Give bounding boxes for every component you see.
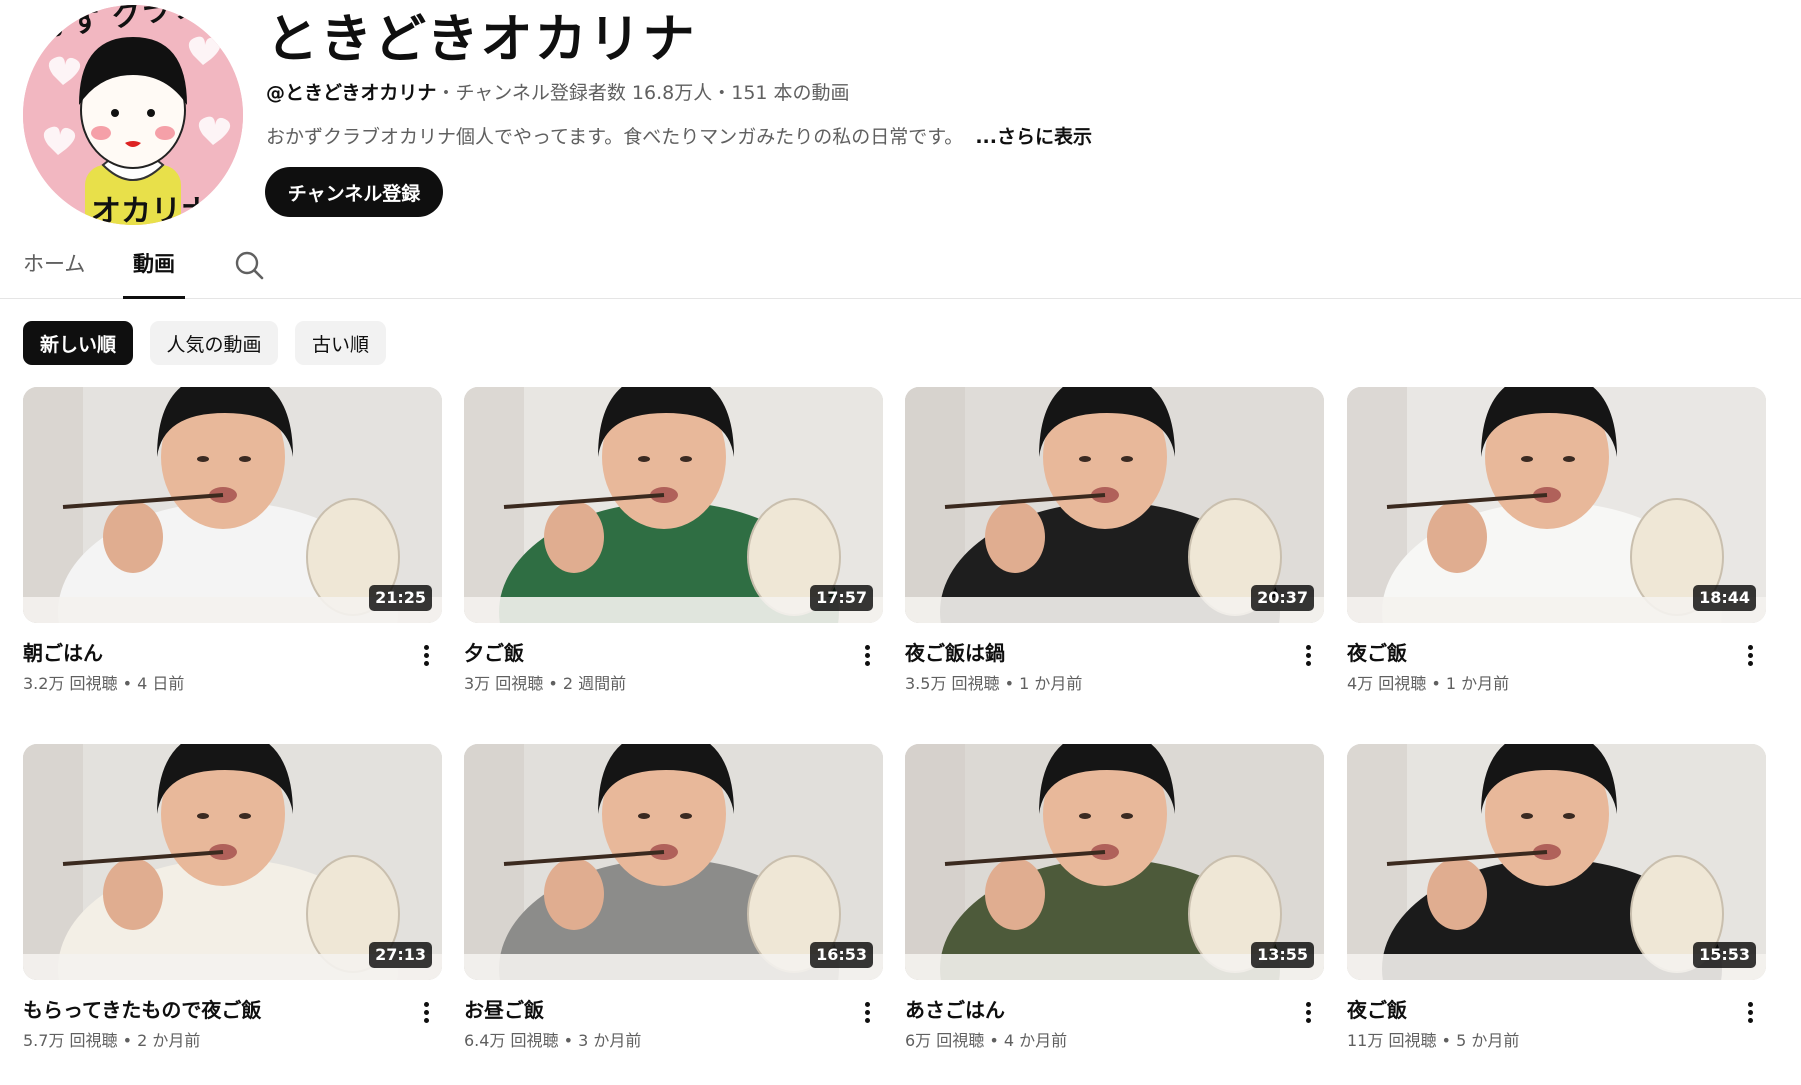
- video-card[interactable]: 17:57 夕ご飯 3万 回視聴 • 2 週間前: [464, 387, 883, 707]
- upload-age: 4 日前: [137, 674, 185, 693]
- video-meta: 4万 回視聴 • 1 か月前: [1347, 673, 1509, 695]
- video-card[interactable]: 20:37 夜ご飯は鍋 3.5万 回視聴 • 1 か月前: [905, 387, 1324, 707]
- view-count: 6.4万 回視聴: [464, 1031, 559, 1050]
- video-duration: 17:57: [810, 585, 873, 611]
- channel-handle[interactable]: @ときどきオカリナ: [266, 82, 436, 104]
- video-meta: 3.2万 回視聴 • 4 日前: [23, 673, 184, 695]
- video-title[interactable]: お昼ご飯: [464, 996, 544, 1024]
- meta-dot: •: [117, 1031, 138, 1050]
- meta-dot: •: [543, 674, 563, 693]
- more-actions-icon[interactable]: [1296, 639, 1320, 671]
- more-actions-icon[interactable]: [414, 639, 438, 671]
- more-actions-icon[interactable]: [855, 996, 879, 1028]
- view-count: 11万 回視聴: [1347, 1031, 1437, 1050]
- video-card[interactable]: 13:55 あさごはん 6万 回視聴 • 4 か月前: [905, 744, 1324, 1064]
- meta-dot: •: [558, 1031, 579, 1050]
- chip-newest[interactable]: 新しい順: [23, 321, 133, 365]
- video-duration: 13:55: [1251, 942, 1314, 968]
- description-text: おかずクラブオカリナ個人でやってます。食べたりマンガみたりの私の日常です。: [266, 126, 964, 148]
- upload-age: 3 か月前: [578, 1031, 642, 1050]
- more-actions-icon[interactable]: [1738, 996, 1762, 1028]
- video-title[interactable]: 朝ごはん: [23, 639, 103, 667]
- meta-dot: •: [999, 674, 1020, 693]
- chip-popular[interactable]: 人気の動画: [150, 321, 278, 365]
- svg-text:オカリナ: オカリナ: [91, 194, 211, 225]
- video-card[interactable]: 15:53 夜ご飯 11万 回視聴 • 5 か月前: [1347, 744, 1766, 1064]
- video-card[interactable]: 27:13 もらってきたもので夜ご飯 5.7万 回視聴 • 2 か月前: [23, 744, 442, 1064]
- video-thumbnail[interactable]: 21:25: [23, 387, 442, 623]
- tab-videos[interactable]: 動画: [123, 246, 185, 299]
- channel-meta: @ときどきオカリナ・チャンネル登録者数 16.8万人・151 本の動画: [266, 80, 850, 106]
- video-count: 151 本の動画: [731, 82, 850, 104]
- video-thumbnail[interactable]: 17:57: [464, 387, 883, 623]
- channel-avatar[interactable]: かず クラブ オカリナ: [23, 5, 243, 225]
- video-meta: 6万 回視聴 • 4 か月前: [905, 1030, 1067, 1052]
- meta-separator: ・: [436, 82, 456, 104]
- meta-dot: •: [1426, 674, 1446, 693]
- tab-home[interactable]: ホーム: [23, 246, 85, 299]
- video-title[interactable]: 夜ご飯は鍋: [905, 639, 1005, 667]
- meta-dot: •: [1436, 1031, 1457, 1050]
- video-duration: 15:53: [1693, 942, 1756, 968]
- video-duration: 20:37: [1251, 585, 1314, 611]
- video-title[interactable]: あさごはん: [905, 996, 1005, 1024]
- view-count: 4万 回視聴: [1347, 674, 1427, 693]
- video-thumbnail[interactable]: 27:13: [23, 744, 442, 980]
- upload-age: 2 か月前: [137, 1031, 201, 1050]
- chip-oldest[interactable]: 古い順: [295, 321, 386, 365]
- meta-separator: ・: [712, 82, 732, 104]
- video-title[interactable]: 夜ご飯: [1347, 996, 1407, 1024]
- video-thumbnail[interactable]: 20:37: [905, 387, 1324, 623]
- video-thumbnail[interactable]: 18:44: [1347, 387, 1766, 623]
- show-more-link[interactable]: ...さらに表示: [975, 126, 1092, 148]
- more-actions-icon[interactable]: [1738, 639, 1762, 671]
- upload-age: 5 か月前: [1456, 1031, 1520, 1050]
- view-count: 5.7万 回視聴: [23, 1031, 118, 1050]
- upload-age: 4 か月前: [1003, 1031, 1068, 1050]
- video-card[interactable]: 18:44 夜ご飯 4万 回視聴 • 1 か月前: [1347, 387, 1766, 707]
- video-duration: 18:44: [1693, 585, 1756, 611]
- video-meta: 3万 回視聴 • 2 週間前: [464, 673, 626, 695]
- more-actions-icon[interactable]: [414, 996, 438, 1028]
- video-meta: 11万 回視聴 • 5 か月前: [1347, 1030, 1519, 1052]
- video-duration: 21:25: [369, 585, 432, 611]
- channel-tabs: ホーム 動画: [0, 246, 1801, 299]
- channel-title: ときどきオカリナ: [266, 10, 697, 70]
- upload-age: 2 週間前: [562, 674, 627, 693]
- more-actions-icon[interactable]: [855, 639, 879, 671]
- more-actions-icon[interactable]: [1296, 996, 1320, 1028]
- view-count: 3万 回視聴: [464, 674, 544, 693]
- avatar-illustration: かず クラブ オカリナ: [23, 5, 243, 225]
- video-card[interactable]: 16:53 お昼ご飯 6.4万 回視聴 • 3 か月前: [464, 744, 883, 1064]
- video-thumbnail[interactable]: 13:55: [905, 744, 1324, 980]
- view-count: 6万 回視聴: [905, 1031, 985, 1050]
- view-count: 3.2万 回視聴: [23, 674, 118, 693]
- upload-age: 1 か月前: [1019, 674, 1083, 693]
- video-meta: 5.7万 回視聴 • 2 か月前: [23, 1030, 200, 1052]
- video-meta: 3.5万 回視聴 • 1 か月前: [905, 673, 1082, 695]
- video-thumbnail[interactable]: 16:53: [464, 744, 883, 980]
- search-icon[interactable]: [232, 248, 266, 282]
- subscriber-count: チャンネル登録者数 16.8万人: [455, 82, 713, 104]
- video-title[interactable]: 夜ご飯: [1347, 639, 1407, 667]
- video-card[interactable]: 21:25 朝ごはん 3.2万 回視聴 • 4 日前: [23, 387, 442, 707]
- upload-age: 1 か月前: [1445, 674, 1510, 693]
- video-thumbnail[interactable]: 15:53: [1347, 744, 1766, 980]
- video-duration: 16:53: [810, 942, 873, 968]
- channel-description[interactable]: おかずクラブオカリナ個人でやってます。食べたりマンガみたりの私の日常です。...…: [266, 124, 1092, 150]
- subscribe-button[interactable]: チャンネル登録: [265, 167, 443, 217]
- video-meta: 6.4万 回視聴 • 3 か月前: [464, 1030, 641, 1052]
- video-duration: 27:13: [369, 942, 432, 968]
- video-title[interactable]: もらってきたもので夜ご飯: [23, 996, 261, 1024]
- video-title[interactable]: 夕ご飯: [464, 639, 524, 667]
- meta-dot: •: [984, 1031, 1004, 1050]
- view-count: 3.5万 回視聴: [905, 674, 1000, 693]
- meta-dot: •: [117, 674, 138, 693]
